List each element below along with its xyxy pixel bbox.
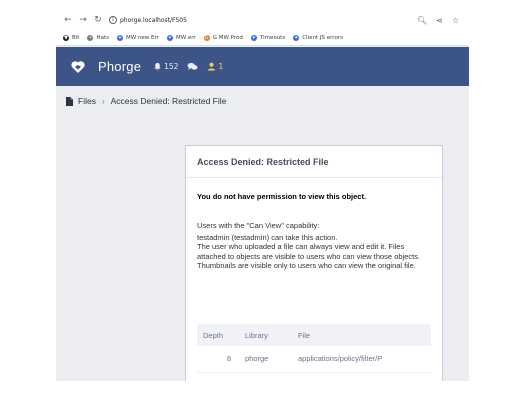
policy-line: testadmin (testadmin) can take this acti… bbox=[197, 232, 338, 242]
messages-button[interactable] bbox=[187, 62, 198, 71]
browser-actions: 🔍︎ ⋖ ☆ bbox=[408, 16, 459, 25]
app-header: Phorge 152 1 bbox=[56, 47, 469, 86]
browser-window: ← → ↻ i phorge.localhost/F505 🔍︎ ⋖ ☆ ▼ Bi… bbox=[56, 9, 469, 381]
column-library: Library bbox=[239, 324, 292, 346]
policy-explanation: The user who uploaded a file can always … bbox=[197, 242, 421, 271]
bookmark-favicon-icon: G bbox=[203, 35, 210, 41]
app-brand[interactable]: Phorge bbox=[98, 59, 141, 74]
notifications-button[interactable]: 152 bbox=[153, 62, 178, 71]
bookmark-item[interactable]: ▼ Bit bbox=[63, 35, 79, 41]
row-file-link[interactable]: applications/policy/filter/P bbox=[292, 372, 431, 381]
chevron-right-icon: › bbox=[101, 96, 105, 106]
bookmark-label: Hats bbox=[96, 35, 109, 41]
bookmark-item[interactable]: ✦ MW err bbox=[166, 35, 196, 41]
users-button[interactable]: 1 bbox=[207, 62, 223, 71]
capability-line: Users with the "Can View" capability: bbox=[197, 221, 320, 230]
stack-trace-table: Depth Library File 8 phorge applications… bbox=[197, 324, 431, 381]
table-row: 7 phorge applications/policy/filter/P bbox=[197, 372, 431, 381]
info-icon[interactable]: i bbox=[109, 16, 117, 24]
zoom-icon[interactable]: 🔍︎ bbox=[417, 16, 427, 25]
bookmark-favicon-icon: ✦ bbox=[117, 35, 123, 41]
address-bar: ← → ↻ i phorge.localhost/F505 🔍︎ ⋖ ☆ bbox=[56, 9, 469, 31]
row-file-link[interactable]: applications/policy/filter/P bbox=[292, 346, 431, 373]
dialog-body: You do not have permission to view this … bbox=[186, 178, 442, 271]
bookmark-item[interactable]: ✦ Timeouts bbox=[250, 35, 286, 41]
bell-icon bbox=[154, 62, 161, 71]
url-field[interactable]: i phorge.localhost/F505 bbox=[109, 13, 187, 27]
row-depth: 7 bbox=[197, 372, 239, 381]
forward-icon[interactable]: → bbox=[77, 14, 89, 26]
bookmark-favicon-icon: ✦ bbox=[293, 35, 300, 41]
bookmark-label: Timeouts bbox=[259, 35, 286, 41]
table-row: 8 phorge applications/policy/filter/P bbox=[197, 346, 431, 373]
bookmark-label: Client JS errors bbox=[302, 35, 343, 41]
row-library: phorge bbox=[239, 372, 292, 381]
users-count: 1 bbox=[218, 62, 224, 71]
url-text[interactable]: phorge.localhost/F505 bbox=[120, 17, 187, 24]
table-header-row: Depth Library File bbox=[197, 324, 431, 346]
reload-icon[interactable]: ↻ bbox=[92, 14, 104, 26]
column-depth: Depth bbox=[197, 324, 239, 346]
star-icon[interactable]: ☆ bbox=[452, 16, 459, 25]
bookmark-favicon-icon: ▼ bbox=[63, 35, 69, 41]
notifications-count: 152 bbox=[164, 62, 179, 71]
bookmarks-bar: ▼ Bit • Hats ✦ MW new Err ✦ MW err G G MW Prod ✦ Ti… bbox=[56, 31, 469, 46]
row-depth: 8 bbox=[197, 346, 239, 373]
permission-warning: You do not have permission to view this … bbox=[197, 192, 367, 201]
column-file: File bbox=[292, 324, 431, 346]
bookmark-item[interactable]: ✦ Client JS errors bbox=[293, 35, 343, 41]
chat-icon bbox=[188, 62, 198, 71]
breadcrumb: Files › Access Denied: Restricted File bbox=[66, 95, 226, 107]
bookmark-label: MW err bbox=[175, 35, 196, 41]
bookmark-favicon-icon: • bbox=[87, 35, 94, 41]
access-denied-dialog: Access Denied: Restricted File You do no… bbox=[185, 145, 443, 381]
bookmark-label: G MW Prod bbox=[212, 35, 243, 41]
bookmark-favicon-icon: ✦ bbox=[250, 35, 257, 41]
user-icon bbox=[208, 62, 216, 71]
bookmark-item[interactable]: • Hats bbox=[87, 35, 109, 41]
share-icon[interactable]: ⋖ bbox=[436, 16, 443, 25]
bookmark-item[interactable]: ✦ MW new Err bbox=[117, 35, 159, 41]
bookmark-label: MW new Err bbox=[126, 35, 159, 41]
bookmark-label: Bit bbox=[72, 35, 80, 41]
bookmark-favicon-icon: ✦ bbox=[166, 35, 173, 41]
phorge-logo-icon[interactable] bbox=[70, 59, 86, 75]
breadcrumb-current: Access Denied: Restricted File bbox=[110, 96, 227, 106]
breadcrumb-files[interactable]: Files bbox=[78, 96, 96, 106]
file-icon bbox=[66, 96, 73, 106]
row-library: phorge bbox=[239, 346, 292, 373]
dialog-title: Access Denied: Restricted File bbox=[186, 146, 442, 178]
back-icon[interactable]: ← bbox=[62, 14, 74, 26]
bookmark-item[interactable]: GG MW Prod bbox=[203, 35, 243, 41]
